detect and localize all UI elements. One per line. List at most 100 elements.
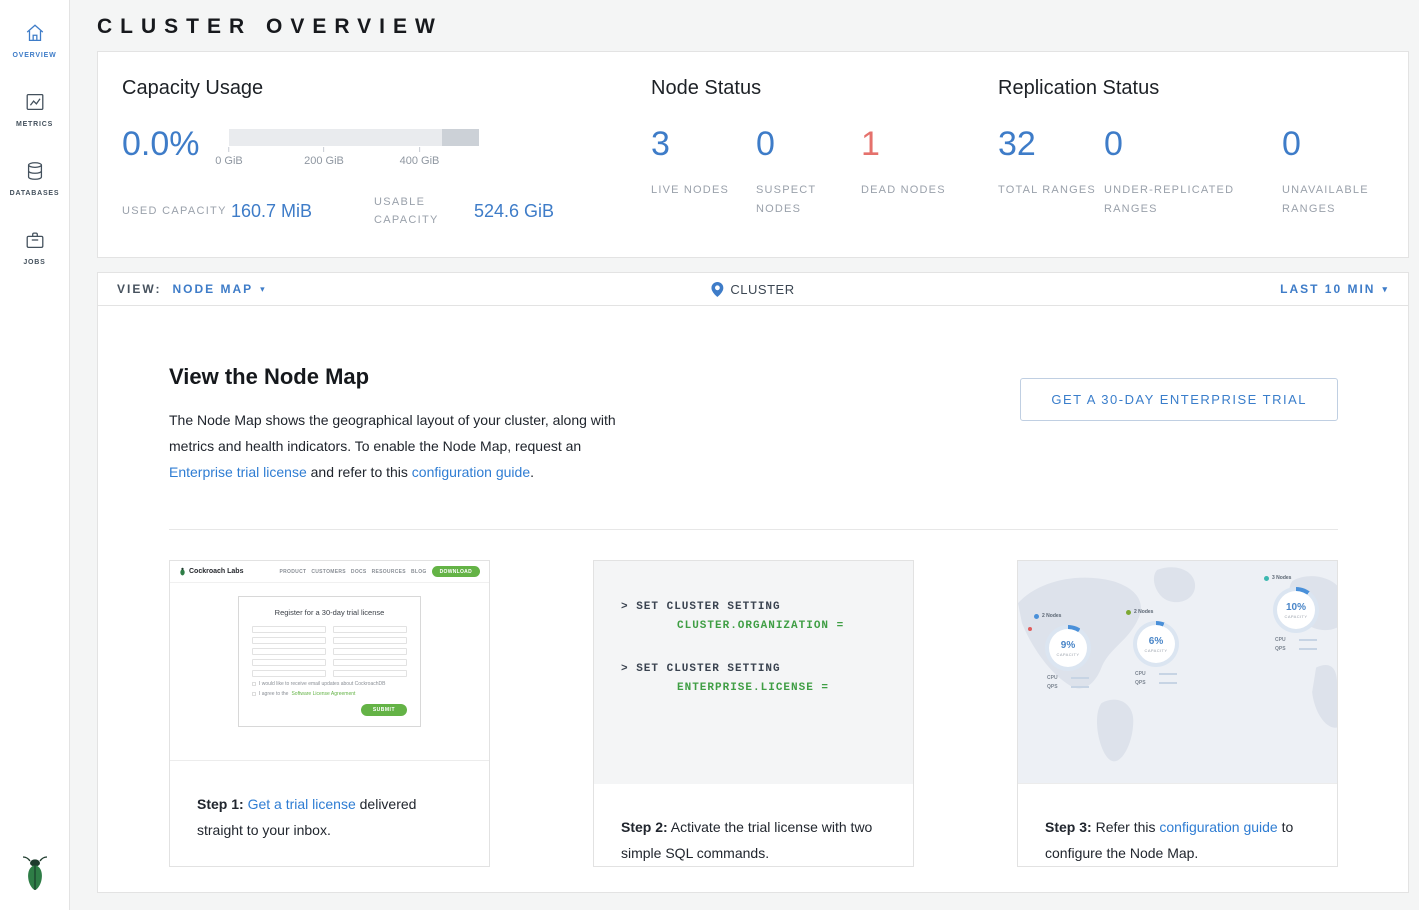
capacity-gauge: 9% CAPACITY CPU QPS [1040, 625, 1096, 690]
main-content: CLUSTER OVERVIEW Capacity Usage 0.0% 0 G… [70, 0, 1419, 910]
brand-name: Cockroach Labs [189, 568, 243, 575]
download-button-image: DOWNLOAD [432, 566, 480, 577]
unavailable-ranges-stat: 0 UNAVAILABLE RANGES [1282, 127, 1387, 220]
capacity-used-percent: 0.0% [122, 127, 229, 171]
description-text: The Node Map shows the geographical layo… [169, 412, 616, 454]
gauge-stat-label: CPU [1047, 675, 1058, 681]
gauge-stat-label: CPU [1135, 671, 1146, 677]
license-agreement-link-image: Software License Agreement [291, 691, 355, 697]
under-replicated-ranges-stat: 0 UNDER-REPLICATED RANGES [1104, 127, 1282, 220]
dead-nodes-stat: 1 DEAD NODES [861, 127, 966, 220]
cluster-breadcrumb[interactable]: CLUSTER [711, 282, 794, 297]
description-text: and refer to this [307, 464, 412, 480]
axis-tick-label: 0 GiB [215, 155, 243, 167]
live-nodes-label: LIVE NODES [651, 181, 756, 200]
sidebar-item-jobs[interactable]: JOBS [0, 212, 69, 281]
newsletter-checkbox-row: I would like to receive email updates ab… [252, 681, 407, 687]
sidebar-item-label: JOBS [23, 259, 45, 266]
under-replicated-ranges-value: 0 [1104, 127, 1282, 161]
sql-setting-line: ENTERPRISE.LICENSE = [677, 682, 913, 694]
configuration-guide-link[interactable]: configuration guide [1159, 819, 1277, 835]
view-label: VIEW: [117, 282, 161, 296]
node-map-preview-image: 2 Nodes 2 Nodes 3 Nodes 9% CAPACITY CPU … [1018, 561, 1337, 784]
replication-status-section: Replication Status 32 TOTAL RANGES 0 UND… [998, 77, 1408, 257]
sql-setting-line: CLUSTER.ORGANIZATION = [677, 620, 913, 632]
database-icon [24, 160, 46, 182]
cluster-summary-panel: Capacity Usage 0.0% 0 GiB 200 GiB 400 Gi… [97, 51, 1409, 258]
axis-tick: 200 GiB [304, 147, 344, 167]
axis-tick-label: 200 GiB [304, 155, 344, 167]
under-replicated-ranges-label: UNDER-REPLICATED RANGES [1104, 181, 1254, 220]
node-group-badge: 2 Nodes [1034, 613, 1061, 619]
used-capacity-label: USED CAPACITY [122, 202, 231, 220]
cockroach-labs-brand: Cockroach Labs [179, 567, 243, 576]
total-ranges-value: 32 [998, 127, 1104, 161]
registration-form-image: Register for a 30-day trial license I wo… [238, 596, 421, 727]
node-group-badge: 3 Nodes [1264, 575, 1291, 581]
capacity-axis: 0 GiB 200 GiB 400 GiB [229, 147, 479, 171]
total-ranges-stat: 32 TOTAL RANGES [998, 127, 1104, 220]
gauge-stat-label: QPS [1135, 680, 1146, 686]
used-capacity-value: 160.7 MiB [231, 201, 374, 222]
sql-command-line: > SET CLUSTER SETTING [621, 601, 913, 613]
step-3-caption: Step 3: Refer this configuration guide t… [1018, 784, 1337, 866]
gauge-label: CAPACITY [1145, 648, 1168, 653]
suspect-nodes-stat: 0 SUSPECT NODES [756, 127, 861, 220]
step-3-card: 2 Nodes 2 Nodes 3 Nodes 9% CAPACITY CPU … [1017, 560, 1338, 867]
gauge-stat-label: QPS [1275, 646, 1286, 652]
gauge-stat-label: CPU [1275, 637, 1286, 643]
node-status-title: Node Status [651, 77, 998, 100]
divider [169, 529, 1338, 530]
step-label: Step 2: [621, 819, 668, 835]
suspect-nodes-value: 0 [756, 127, 861, 161]
alert-dot [1028, 627, 1032, 631]
nav-item: RESOURCES [372, 569, 406, 575]
dead-nodes-label: DEAD NODES [861, 181, 966, 200]
caption-text: Refer this [1092, 819, 1160, 835]
gauge-label: CAPACITY [1057, 652, 1080, 657]
step-2-caption: Step 2: Activate the trial license with … [594, 784, 913, 866]
cockroach-bug-icon [179, 567, 186, 576]
nav-item: BLOG [411, 569, 427, 575]
step-label: Step 1: [197, 796, 244, 812]
description-text: . [530, 464, 534, 480]
sidebar-item-overview[interactable]: OVERVIEW [0, 5, 69, 74]
location-pin-icon [711, 282, 723, 297]
chevron-down-icon: ▾ [1382, 284, 1389, 295]
sidebar: OVERVIEW METRICS DATABASES JOBS [0, 0, 70, 910]
home-icon [24, 22, 46, 44]
view-selector-dropdown[interactable]: NODE MAP ▾ [161, 282, 264, 296]
get-trial-license-link[interactable]: Get a trial license [248, 796, 356, 812]
mini-site-header: Cockroach Labs PRODUCT CUSTOMERS DOCS RE… [170, 561, 489, 583]
cluster-breadcrumb-label: CLUSTER [730, 282, 794, 297]
briefcase-icon [24, 229, 46, 251]
cockroachdb-logo [22, 855, 48, 896]
node-map-description: The Node Map shows the geographical layo… [169, 407, 634, 485]
node-count-label: 3 Nodes [1272, 575, 1291, 581]
steps-row: Cockroach Labs PRODUCT CUSTOMERS DOCS RE… [169, 560, 1338, 867]
time-range-dropdown[interactable]: LAST 10 MIN ▾ [1280, 282, 1389, 296]
enterprise-trial-button[interactable]: GET A 30-DAY ENTERPRISE TRIAL [1020, 378, 1338, 421]
node-status-section: Node Status 3 LIVE NODES 0 SUSPECT NODES… [651, 77, 998, 257]
capacity-usage-title: Capacity Usage [122, 77, 651, 100]
live-nodes-stat: 3 LIVE NODES [651, 127, 756, 220]
mini-site-nav: PRODUCT CUSTOMERS DOCS RESOURCES BLOG [280, 569, 427, 575]
replication-status-title: Replication Status [998, 77, 1408, 100]
capacity-gauge: 10% CAPACITY CPU QPS [1268, 587, 1324, 652]
capacity-bar-chart: 0 GiB 200 GiB 400 GiB [229, 127, 479, 171]
total-ranges-label: TOTAL RANGES [998, 181, 1104, 200]
gauge-label: CAPACITY [1285, 614, 1308, 619]
step-1-card: Cockroach Labs PRODUCT CUSTOMERS DOCS RE… [169, 560, 490, 867]
sidebar-item-metrics[interactable]: METRICS [0, 74, 69, 143]
checkbox-label: I would like to receive email updates ab… [259, 681, 385, 687]
license-checkbox-row: I agree to the Software License Agreemen… [252, 691, 407, 697]
sidebar-item-databases[interactable]: DATABASES [0, 143, 69, 212]
step-1-caption: Step 1: Get a trial license delivered st… [170, 761, 489, 843]
registration-form-title: Register for a 30-day trial license [252, 608, 407, 617]
gauge-percent: 6% [1149, 636, 1163, 647]
configuration-guide-link[interactable]: configuration guide [412, 464, 530, 480]
enterprise-trial-license-link[interactable]: Enterprise trial license [169, 464, 307, 480]
node-map-panel: View the Node Map The Node Map shows the… [97, 306, 1409, 893]
step-label: Step 3: [1045, 819, 1092, 835]
suspect-nodes-label: SUSPECT NODES [756, 181, 861, 220]
